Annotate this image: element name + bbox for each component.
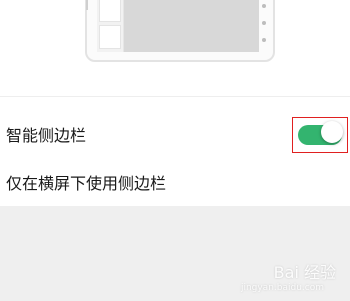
phone-illustration (85, 0, 275, 62)
setting-row-landscape-only[interactable]: 仅在横屏下使用侧边栏 (0, 158, 350, 206)
status-dot (262, 38, 266, 42)
setting-label: 仅在横屏下使用侧边栏 (6, 174, 167, 193)
sidebar-card (99, 0, 121, 22)
sidebar-preview (0, 0, 350, 96)
baidu-watermark: Bai 经验 (273, 263, 336, 282)
sidebar-card (99, 25, 121, 49)
divider (0, 96, 350, 97)
phone-screen (97, 0, 259, 52)
bottom-area: Bai 经验 jingyan.baidu.com (0, 206, 350, 301)
status-dot (262, 4, 266, 8)
phone-edge (86, 0, 88, 10)
setting-label: 智能侧边栏 (6, 126, 87, 145)
settings-screen: 智能侧边栏 仅在横屏下使用侧边栏 Bai 经验 jingyan.baidu.co… (0, 0, 350, 301)
status-dot (262, 21, 266, 25)
toggle-knob[interactable] (321, 121, 343, 143)
baidu-watermark-url: jingyan.baidu.com (240, 283, 324, 293)
sidebar-panel (97, 0, 124, 52)
